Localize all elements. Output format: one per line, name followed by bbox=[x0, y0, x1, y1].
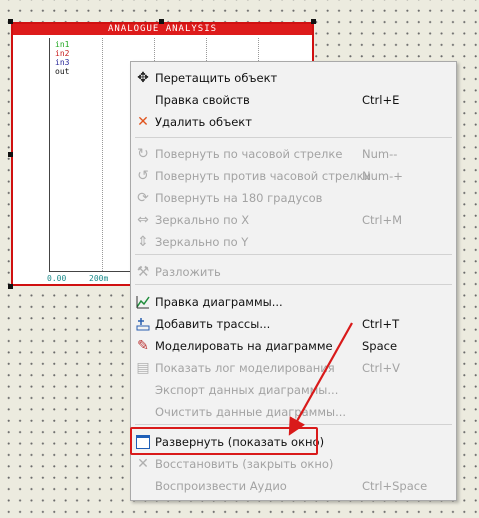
annotation-arrow-icon bbox=[288, 322, 353, 436]
